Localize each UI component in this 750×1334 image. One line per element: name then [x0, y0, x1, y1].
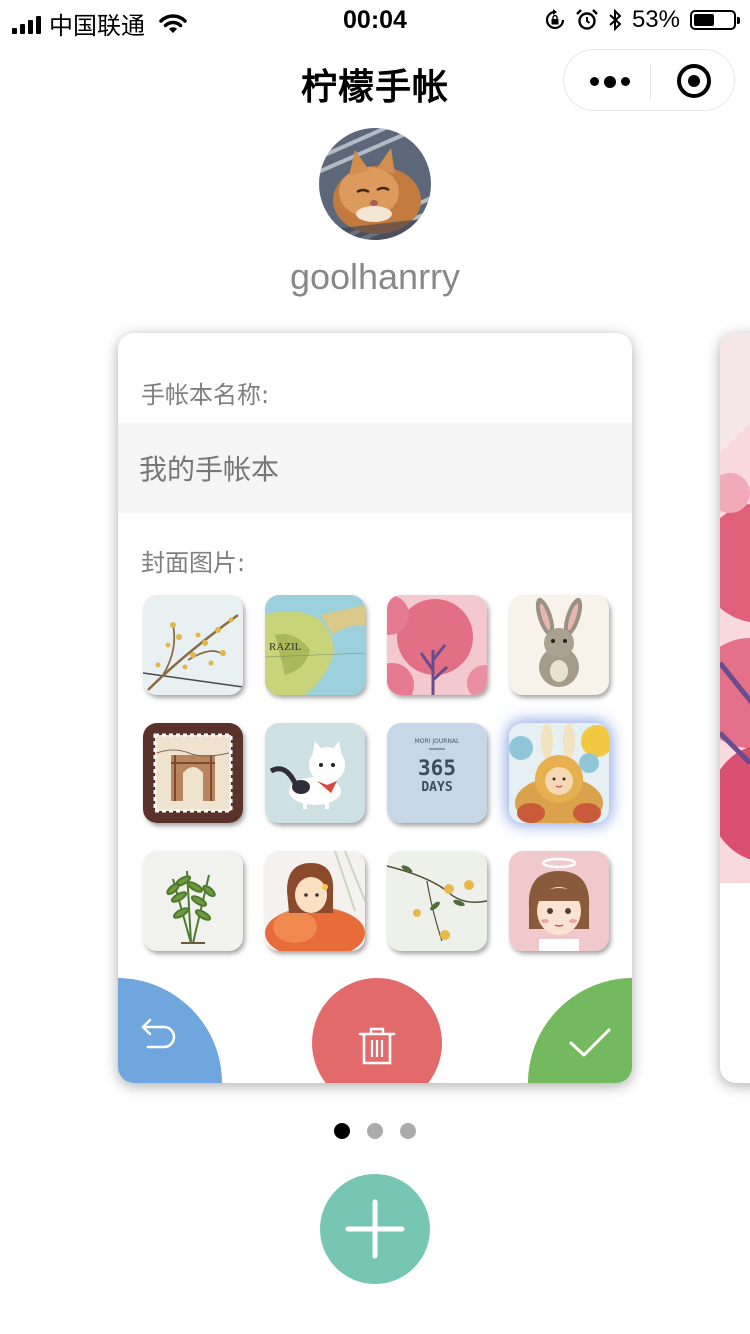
- notebook-edit-card: 手帐本名称: 封面图片:: [118, 333, 632, 1083]
- notebook-name-label: 手帐本名称:: [141, 381, 270, 409]
- cover-image-label: 封面图片:: [141, 549, 246, 577]
- battery-percent: 53%: [631, 6, 680, 33]
- notebook-name-input[interactable]: [118, 423, 632, 513]
- username: goolhanrry: [289, 256, 461, 297]
- cover-cat[interactable]: [265, 723, 365, 823]
- cover-365-sub: DAYS: [421, 780, 452, 795]
- check-icon: [569, 1028, 611, 1057]
- avatar[interactable]: [319, 128, 431, 240]
- cover-map-text: RAZIL: [269, 641, 302, 653]
- cover-branches[interactable]: [143, 595, 243, 695]
- pager-dot[interactable]: [334, 1123, 350, 1139]
- battery-icon: [690, 10, 740, 30]
- cover-365-days[interactable]: MORI JOURNAL 365 DAYS: [387, 723, 487, 823]
- cover-365-small: MORI JOURNAL: [415, 738, 460, 745]
- cover-rabbit[interactable]: [509, 595, 609, 695]
- next-card-cover: [720, 333, 750, 883]
- next-notebook-card-peek[interactable]: [720, 333, 750, 1083]
- trash-icon: [358, 1027, 396, 1065]
- delete-button[interactable]: [312, 978, 442, 1083]
- plus-icon: [345, 1199, 405, 1259]
- close-target-icon[interactable]: [677, 64, 711, 98]
- mini-program-capsule: [563, 49, 735, 111]
- cover-girl-orange[interactable]: [265, 851, 365, 951]
- cover-365-big: 365: [418, 756, 456, 780]
- back-button[interactable]: [118, 978, 222, 1083]
- pager-dot[interactable]: [400, 1123, 416, 1139]
- cover-fern[interactable]: [143, 851, 243, 951]
- undo-arrow-icon: [141, 1018, 176, 1049]
- status-bar: 中国联通 00:04 53%: [0, 0, 750, 40]
- alarm-icon: [576, 9, 598, 30]
- capsule-divider: [650, 64, 651, 98]
- pager-dot[interactable]: [367, 1123, 383, 1139]
- rotation-lock-icon: [545, 9, 565, 30]
- cover-bunny-girl[interactable]: [509, 723, 609, 823]
- add-notebook-button[interactable]: [320, 1174, 430, 1284]
- bluetooth-icon: [609, 9, 622, 31]
- confirm-button[interactable]: [528, 978, 632, 1083]
- more-icon[interactable]: [590, 75, 630, 88]
- pager-dots: [0, 1123, 750, 1139]
- cover-angel-girl[interactable]: [509, 851, 609, 951]
- cover-pink-tree[interactable]: [387, 595, 487, 695]
- cover-map[interactable]: RAZIL: [265, 595, 365, 695]
- cover-stamp[interactable]: [143, 723, 243, 823]
- cover-flowers[interactable]: [387, 851, 487, 951]
